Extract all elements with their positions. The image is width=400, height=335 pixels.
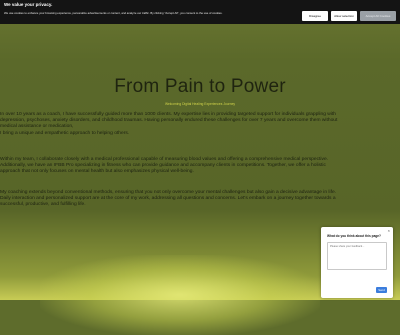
cookie-banner: We value your privacy. We use cookies to… bbox=[0, 0, 400, 24]
allow-selection-button[interactable]: Allow selection bbox=[331, 11, 357, 21]
paragraph-line: I bring a unique and empathetic approach… bbox=[0, 130, 130, 136]
cookie-banner-text: We use cookies to enhance your browsing … bbox=[4, 11, 223, 15]
team-paragraph: Within my team, I collaborate closely wi… bbox=[0, 157, 400, 176]
close-icon[interactable]: × bbox=[388, 229, 390, 233]
background-glow bbox=[40, 255, 320, 335]
coaching-paragraph: My coaching extends beyond conventional … bbox=[0, 190, 400, 209]
intro-paragraph: In over 10 years as a coach, I have succ… bbox=[0, 112, 400, 137]
send-feedback-button[interactable]: Send bbox=[376, 287, 387, 293]
cookie-banner-title: We value your privacy. bbox=[4, 2, 53, 7]
paragraph-line: successful, productive, and fulfilling l… bbox=[0, 202, 86, 208]
page-title: From Pain to Power bbox=[114, 76, 286, 97]
feedback-input[interactable] bbox=[327, 242, 387, 270]
paragraph-line: approach that not only focuses on mental… bbox=[0, 169, 194, 175]
feedback-question: What do you think about this page? bbox=[327, 234, 382, 238]
disagree-button[interactable]: Disagree bbox=[302, 11, 328, 21]
page-subtitle: Welcoming Digital Healing Experiences Jo… bbox=[164, 102, 236, 106]
feedback-widget: × What do you think about this page? Sen… bbox=[321, 227, 393, 298]
accept-all-cookies-button[interactable]: Accept All Cookies bbox=[360, 11, 396, 21]
